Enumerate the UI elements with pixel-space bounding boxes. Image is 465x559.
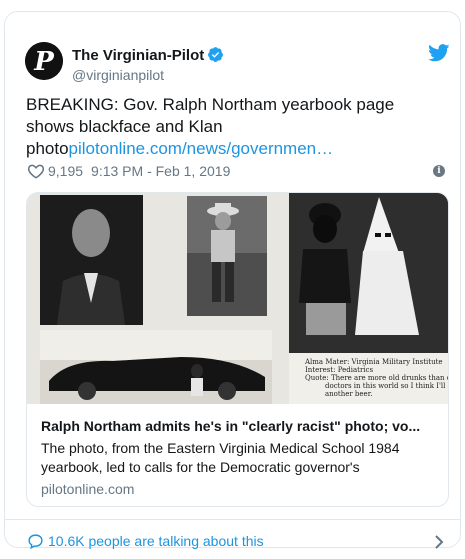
link-preview-card[interactable]: Alma Mater: Virginia Military Institute …	[26, 192, 449, 507]
twitter-bird-icon[interactable]	[428, 44, 450, 62]
caption-line-1: Alma Mater: Virginia Military Institute	[304, 358, 443, 366]
tweet-link[interactable]: pilotonline.com/news/governmen…	[69, 139, 334, 158]
tweet-card: P The Virginian-Pilot @virginianpilot BR…	[4, 11, 461, 551]
author-name[interactable]: The Virginian-Pilot	[72, 46, 224, 65]
heart-icon[interactable]	[27, 162, 45, 180]
speech-bubble-icon	[28, 534, 43, 550]
tweet-text: BREAKING: Gov. Ralph Northam yearbook pa…	[26, 94, 446, 160]
caption-line-5: another beer.	[325, 390, 373, 398]
avatar-letter: P	[33, 47, 55, 77]
virginian-pilot-logo-icon: P	[25, 42, 63, 80]
link-card-title[interactable]: Ralph Northam admits he's in "clearly ra…	[41, 417, 436, 435]
conversation-text[interactable]: 10.6K people are talking about this	[48, 533, 264, 549]
caption-line-2: Interest: Pediatrics	[305, 366, 373, 374]
author-name-text[interactable]: The Virginian-Pilot	[72, 47, 204, 64]
avatar[interactable]: P	[25, 42, 63, 80]
caption-line-3: Quote: There are more old drunks than ol…	[305, 374, 448, 382]
author-handle[interactable]: @virginianpilot	[72, 67, 164, 83]
tweet-meta: 9,195 9:13 PM - Feb 1, 2019	[27, 161, 230, 181]
verified-badge-icon	[208, 47, 224, 62]
yearbook-photo: Alma Mater: Virginia Military Institute …	[27, 193, 448, 404]
yearbook-photo-image: Alma Mater: Virginia Military Institute …	[27, 193, 448, 404]
like-count[interactable]: 9,195	[48, 163, 83, 179]
info-icon[interactable]: i	[433, 165, 445, 177]
chevron-right-icon[interactable]	[434, 535, 444, 549]
conversation-link[interactable]: 10.6K people are talking about this	[27, 531, 264, 551]
footer-divider	[5, 519, 460, 520]
link-card-domain: pilotonline.com	[41, 481, 135, 497]
tweet-timestamp[interactable]: 9:13 PM - Feb 1, 2019	[91, 163, 230, 179]
caption-line-4: doctors in this world so I think I'll ha…	[325, 382, 448, 390]
link-card-description: The photo, from the Eastern Virginia Med…	[41, 440, 400, 475]
